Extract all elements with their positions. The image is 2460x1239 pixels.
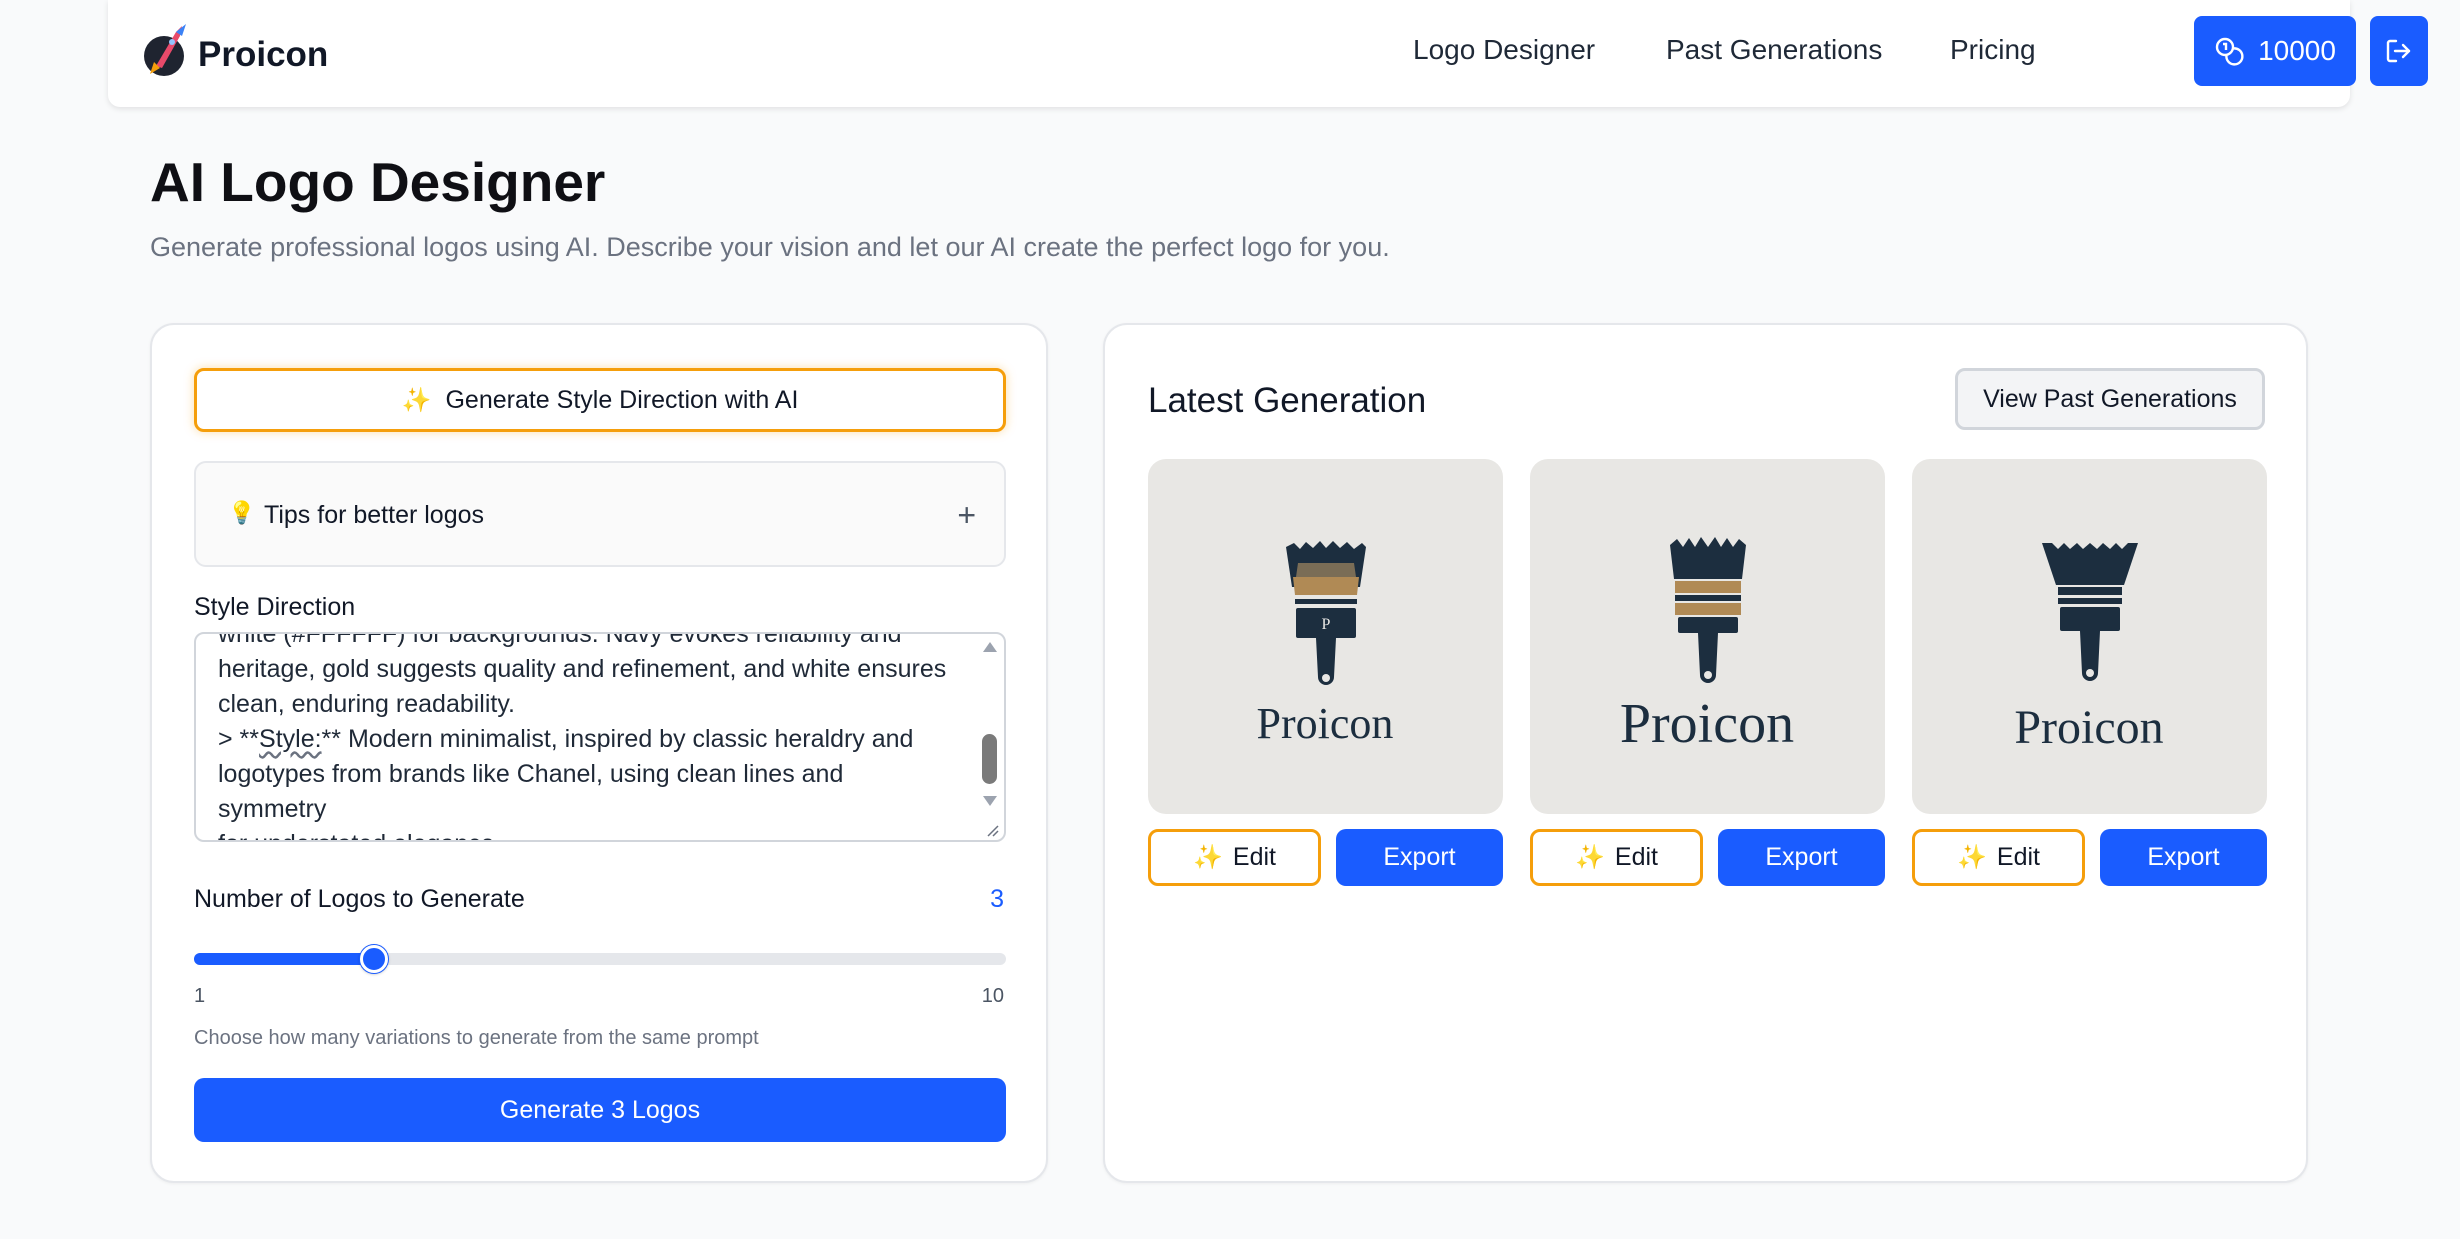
logo-wordmark: Proicon bbox=[1257, 699, 1394, 748]
logo-count-slider[interactable] bbox=[194, 945, 1006, 973]
latest-generation-title: Latest Generation bbox=[1148, 381, 1427, 420]
page-subtitle: Generate professional logos using AI. De… bbox=[150, 232, 1390, 262]
style-direction-text: white (#FFFFFF) for backgrounds. Navy ev… bbox=[218, 632, 947, 840]
scroll-down-arrow-icon[interactable] bbox=[983, 796, 997, 806]
scroll-thumb[interactable] bbox=[982, 734, 997, 784]
logout-icon bbox=[2386, 39, 2411, 63]
edit-logo-3-button[interactable]: ✨ Edit bbox=[1912, 829, 2085, 886]
logo-count-label: Number of Logos to Generate bbox=[194, 885, 525, 913]
export-logo-3-button[interactable]: Export bbox=[2100, 829, 2267, 886]
sparkles-icon: ✨ bbox=[1575, 844, 1605, 871]
resize-handle-icon[interactable] bbox=[982, 820, 1000, 838]
scroll-up-arrow-icon[interactable] bbox=[983, 642, 997, 652]
svg-text:P: P bbox=[1322, 616, 1331, 633]
edit-logo-1-button[interactable]: ✨ Edit bbox=[1148, 829, 1321, 886]
generate-logos-button[interactable]: Generate 3 Logos bbox=[194, 1078, 1006, 1142]
edit-logo-2-button[interactable]: ✨ Edit bbox=[1530, 829, 1703, 886]
sparkles-icon: ✨ bbox=[401, 386, 432, 414]
generated-logo-1[interactable]: P Proicon bbox=[1148, 459, 1503, 814]
generated-logo-3[interactable]: Proicon bbox=[1912, 459, 2267, 814]
plus-icon[interactable]: + bbox=[957, 497, 976, 534]
style-direction-label: Style Direction bbox=[194, 593, 356, 621]
logo-wordmark: Proicon bbox=[2014, 701, 2163, 754]
logo-wordmark: Proicon bbox=[1620, 693, 1794, 755]
generated-logo-2[interactable]: Proicon bbox=[1530, 459, 1885, 814]
generate-style-direction-button[interactable]: ✨ Generate Style Direction with AI bbox=[194, 368, 1006, 432]
generate-style-direction-label: Generate Style Direction with AI bbox=[445, 385, 799, 414]
logo-count-value: 3 bbox=[990, 885, 1004, 913]
sparkles-icon: ✨ bbox=[1957, 844, 1987, 871]
credits-count: 10000 bbox=[2258, 35, 2336, 66]
nav-pricing[interactable]: Pricing bbox=[1950, 34, 2036, 66]
logout-button[interactable] bbox=[2370, 16, 2428, 86]
style-direction-textarea[interactable]: white (#FFFFFF) for backgrounds. Navy ev… bbox=[194, 632, 1006, 842]
slider-thumb[interactable] bbox=[360, 945, 389, 973]
slider-min-label: 1 bbox=[194, 985, 206, 1007]
tips-label: Tips for better logos bbox=[264, 501, 485, 529]
page-title: AI Logo Designer bbox=[150, 151, 606, 213]
lightbulb-icon: 💡 bbox=[228, 500, 256, 525]
coins-icon bbox=[2215, 37, 2244, 66]
logo-form-card: ✨ Generate Style Direction with AI 💡 Tip… bbox=[150, 323, 1048, 1183]
export-logo-1-button[interactable]: Export bbox=[1336, 829, 1503, 886]
textarea-scrollbar[interactable] bbox=[978, 636, 1002, 840]
brand-name: Proicon bbox=[198, 35, 329, 74]
brand[interactable]: Proicon bbox=[142, 22, 328, 78]
latest-generation-card: Latest Generation View Past Generations … bbox=[1103, 323, 2308, 1183]
nav-past-generations[interactable]: Past Generations bbox=[1666, 34, 1882, 66]
paintbrush-logo-image: Proicon bbox=[1620, 537, 1794, 755]
export-logo-2-button[interactable]: Export bbox=[1718, 829, 1885, 886]
slider-max-label: 10 bbox=[981, 985, 1004, 1007]
slider-help-text: Choose how many variations to generate f… bbox=[194, 1027, 759, 1049]
rocket-logo-icon bbox=[144, 24, 186, 76]
slider-fill bbox=[194, 953, 375, 965]
tips-accordion[interactable]: 💡 Tips for better logos + bbox=[194, 461, 1006, 567]
paintbrush-logo-image: P Proicon bbox=[1257, 541, 1394, 748]
view-past-generations-button[interactable]: View Past Generations bbox=[1955, 368, 2265, 430]
nav-logo-designer[interactable]: Logo Designer bbox=[1413, 34, 1595, 66]
paintbrush-logo-image: Proicon bbox=[2014, 543, 2164, 754]
top-navbar: Proicon Logo Designer Past Generations P… bbox=[108, 0, 2428, 107]
sparkles-icon: ✨ bbox=[1193, 844, 1223, 871]
credits-button[interactable]: 10000 bbox=[2194, 16, 2356, 86]
